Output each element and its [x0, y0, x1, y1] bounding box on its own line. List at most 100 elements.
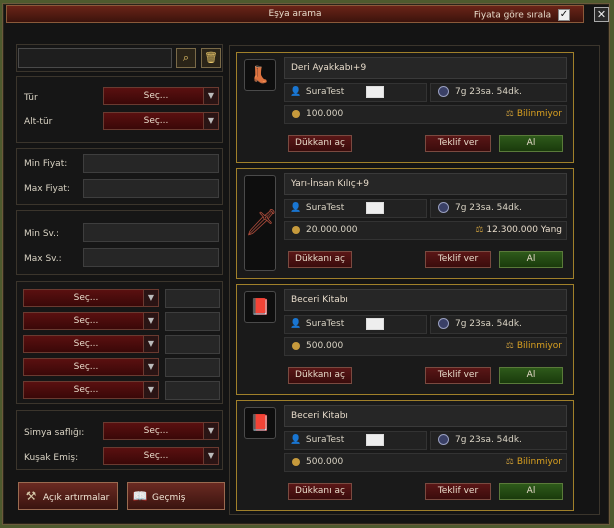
bonus-select-2[interactable]: Seç... ▼ [23, 312, 159, 330]
make-offer-button[interactable]: Teklif ver [425, 367, 491, 384]
open-shop-button[interactable]: Dükkanı aç [288, 483, 352, 500]
scale-icon: ⚖ [475, 225, 484, 235]
make-offer-button[interactable]: Teklif ver [425, 251, 491, 268]
max-price-input[interactable] [83, 179, 219, 198]
buy-button[interactable]: Al [499, 483, 563, 500]
search-icon: ⌕ [182, 51, 190, 64]
type-label: Tür [24, 93, 38, 103]
coin-icon [292, 225, 300, 234]
time-remaining: 7g 23sa. 54dk. [455, 203, 522, 213]
mail-icon[interactable] [366, 433, 385, 446]
listing-card: 📕 Beceri Kitabı 👤 SuraTest 7g 23sa. 54dk… [236, 284, 574, 395]
open-shop-button[interactable]: Dükkanı aç [288, 251, 352, 268]
user-icon: 👤 [290, 319, 302, 329]
chevron-down-icon: ▼ [203, 423, 218, 439]
bonus-select-4[interactable]: Seç... ▼ [23, 358, 159, 376]
chevron-down-icon: ▼ [143, 359, 158, 375]
bonus-value-input-4[interactable] [165, 358, 220, 377]
price-value: 500.000 [306, 341, 344, 351]
subtype-select[interactable]: Seç... ▼ [103, 112, 219, 130]
min-level-label: Min Sv.: [24, 229, 60, 239]
open-auctions-label: Açık artırmalar [43, 493, 110, 503]
chevron-down-icon: ▼ [143, 313, 158, 329]
type-select-value: Seç... [143, 91, 169, 101]
open-shop-button[interactable]: Dükkanı aç [288, 135, 352, 152]
bonus-select-1[interactable]: Seç... ▼ [23, 289, 159, 307]
trash-icon: 🗑 [204, 51, 218, 64]
bonus-value-input-5[interactable] [165, 381, 220, 400]
price-row: 20.000.000 ⚖ 12.300.000 Yang [284, 221, 567, 240]
alchemy-select[interactable]: Seç... ▼ [103, 422, 219, 440]
buy-button[interactable]: Al [499, 135, 563, 152]
time-remaining: 7g 23sa. 54dk. [455, 87, 522, 97]
book-icon: 📖 [132, 489, 148, 503]
coin-icon [292, 457, 300, 466]
alchemy-select-value: Seç... [143, 426, 169, 436]
chevron-down-icon: ▼ [203, 448, 218, 464]
user-icon: 👤 [290, 435, 302, 445]
user-icon: 👤 [290, 87, 302, 97]
mail-icon[interactable] [366, 201, 385, 214]
chevron-down-icon: ▼ [203, 88, 218, 104]
time-row: 7g 23sa. 54dk. [430, 83, 567, 102]
history-button[interactable]: 📖 Geçmiş [127, 482, 225, 510]
min-level-input[interactable] [83, 223, 219, 242]
clear-button[interactable]: 🗑 [201, 48, 221, 68]
chevron-down-icon: ▼ [203, 113, 218, 129]
seller-name: SuraTest [305, 319, 345, 329]
belt-select[interactable]: Seç... ▼ [103, 447, 219, 465]
type-select[interactable]: Seç... ▼ [103, 87, 219, 105]
mail-icon[interactable] [366, 317, 385, 330]
bonus-value-input-3[interactable] [165, 335, 220, 354]
open-auctions-button[interactable]: ⚒ Açık artırmalar [18, 482, 118, 510]
bonus-select-value: Seç... [73, 339, 99, 349]
listing-card: 📕 Beceri Kitabı 👤 SuraTest 7g 23sa. 54dk… [236, 400, 574, 511]
clock-icon [438, 318, 449, 329]
bonus-value-input-2[interactable] [165, 312, 220, 331]
buy-button[interactable]: Al [499, 251, 563, 268]
min-price-input[interactable] [83, 154, 219, 173]
mail-icon[interactable] [366, 85, 385, 98]
scale-icon: ⚖ [505, 109, 514, 119]
bonus-select-5[interactable]: Seç... ▼ [23, 381, 159, 399]
estimate-value: Bilinmiyor [516, 109, 562, 119]
bonus-value-input-1[interactable] [165, 289, 220, 308]
estimate-value: Bilinmiyor [516, 457, 562, 467]
price-value: 20.000.000 [306, 225, 358, 235]
bonus-select-value: Seç... [73, 385, 99, 395]
max-level-input[interactable] [83, 248, 219, 267]
listing-card: 🗡 Yarı-İnsan Kılıç+9 👤 SuraTest 7g 23sa.… [236, 168, 574, 279]
estimate-value: 12.300.000 Yang [486, 225, 562, 235]
listing-name: Yarı-İnsan Kılıç+9 [284, 173, 567, 195]
make-offer-button[interactable]: Teklif ver [425, 135, 491, 152]
search-button[interactable]: ⌕ [176, 48, 196, 68]
buy-button[interactable]: Al [499, 367, 563, 384]
open-shop-button[interactable]: Dükkanı aç [288, 367, 352, 384]
make-offer-button[interactable]: Teklif ver [425, 483, 491, 500]
search-input[interactable] [18, 48, 172, 68]
listing-name: Beceri Kitabı [284, 405, 567, 427]
boots-icon: 👢 [244, 59, 276, 91]
bonus-select-value: Seç... [73, 362, 99, 372]
bonus-select-3[interactable]: Seç... ▼ [23, 335, 159, 353]
sort-by-price-toggle[interactable]: Fiyata göre sırala ✓ [474, 9, 570, 22]
subtype-select-value: Seç... [143, 116, 169, 126]
clock-icon [438, 86, 449, 97]
time-row: 7g 23sa. 54dk. [430, 199, 567, 218]
sort-by-price-checkbox[interactable]: ✓ [558, 9, 570, 21]
sword-icon: 🗡 [244, 175, 278, 271]
seller-name: SuraTest [305, 435, 345, 445]
seller-name: SuraTest [305, 87, 345, 97]
user-icon: 👤 [290, 203, 302, 213]
belt-label: Kuşak Emiş: [24, 453, 79, 463]
time-remaining: 7g 23sa. 54dk. [455, 319, 522, 329]
close-button[interactable]: ✕ [594, 7, 609, 22]
estimate-value: Bilinmiyor [516, 341, 562, 351]
seller-row: 👤 SuraTest [284, 315, 427, 334]
max-level-label: Max Sv.: [24, 254, 62, 264]
book-icon: 📕 [244, 407, 276, 439]
chevron-down-icon: ▼ [143, 290, 158, 306]
time-row: 7g 23sa. 54dk. [430, 431, 567, 450]
max-price-label: Max Fiyat: [24, 184, 70, 194]
scale-icon: ⚖ [505, 341, 514, 351]
